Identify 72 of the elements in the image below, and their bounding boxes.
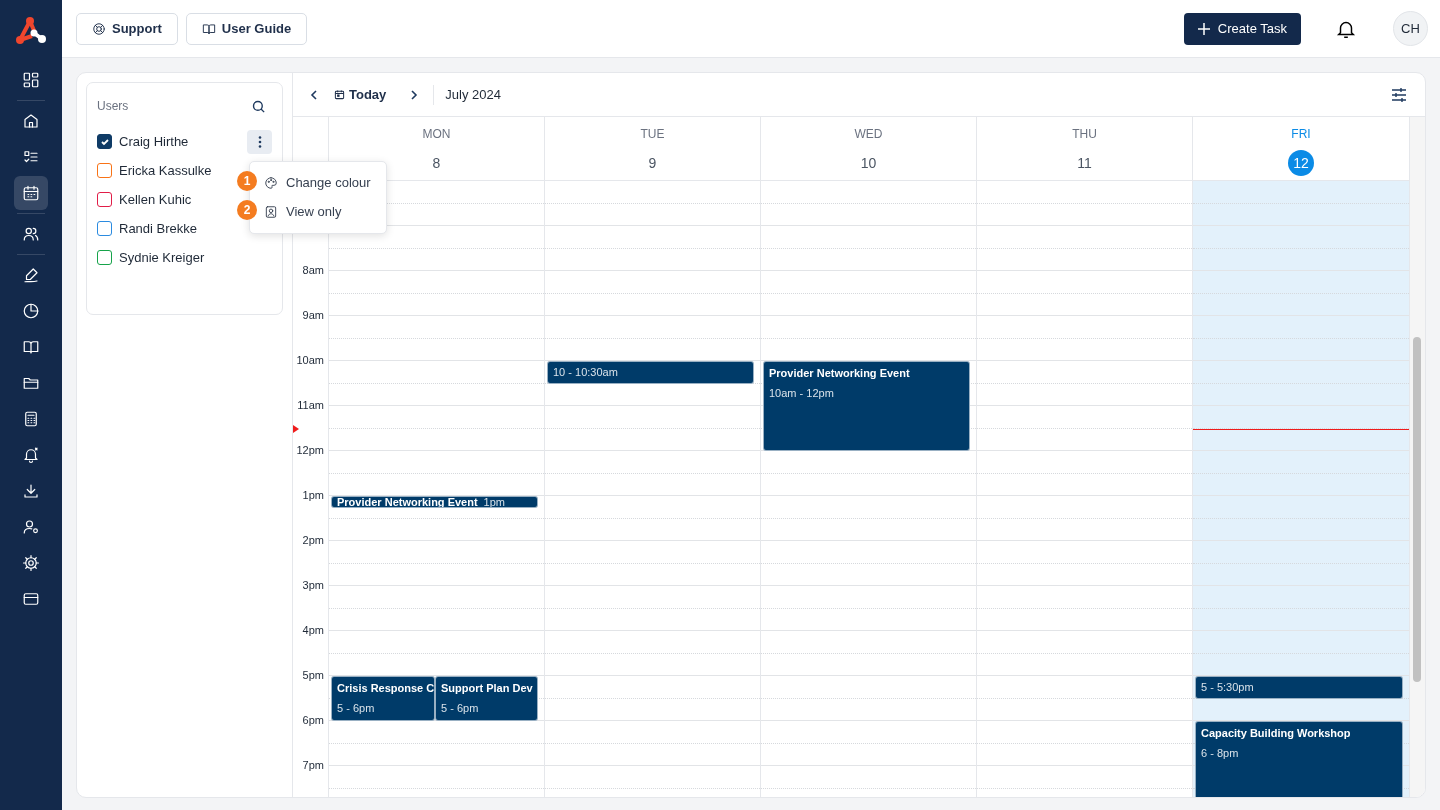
time-label: 6pm	[302, 714, 324, 726]
kebab-icon	[257, 135, 262, 148]
time-label: 8am	[302, 264, 324, 276]
dashboard-icon	[22, 71, 40, 89]
calendar-event[interactable]: Crisis Response C 5 - 6pm	[331, 676, 435, 721]
logo-icon	[14, 16, 48, 46]
user-checkbox[interactable]	[97, 134, 112, 149]
lifebuoy-icon	[92, 21, 106, 36]
day-name: FRI	[1291, 126, 1311, 143]
nav-item[interactable]	[14, 176, 48, 210]
panel-title: Users	[97, 98, 129, 115]
user-guide-button[interactable]: User Guide	[185, 12, 308, 45]
time-label: 7pm	[302, 759, 324, 771]
download-icon	[22, 482, 40, 500]
users-icon	[22, 225, 40, 243]
time-label: 5pm	[302, 669, 324, 681]
search-icon[interactable]	[251, 98, 266, 114]
bell-icon	[22, 446, 40, 464]
today-button[interactable]: Today	[334, 84, 387, 105]
sliders-icon[interactable]	[1391, 86, 1407, 103]
calendar-event[interactable]: 5 - 5:30pm	[1195, 676, 1403, 699]
day-date[interactable]: 8	[423, 150, 450, 176]
pen-icon	[22, 266, 40, 284]
user-avatar[interactable]: CH	[1393, 11, 1428, 46]
scrollbar-thumb[interactable]	[1413, 337, 1421, 682]
time-label: 2pm	[302, 534, 324, 546]
day-date[interactable]: 10	[855, 150, 882, 176]
time-label: 4pm	[302, 624, 324, 636]
day-date[interactable]: 12	[1288, 150, 1314, 176]
palette-icon	[264, 175, 278, 190]
more-options-button[interactable]	[247, 129, 272, 154]
menu-item[interactable]: Change colour	[259, 168, 382, 197]
calendar-event[interactable]: Support Plan Dev 5 - 6pm	[435, 676, 538, 721]
calendar-icon	[334, 89, 345, 100]
time-label: 11am	[297, 399, 324, 411]
user-name[interactable]: Craig Hirthe	[119, 131, 240, 152]
check-icon	[99, 136, 110, 147]
time-label: 3pm	[302, 579, 324, 591]
settings-icon	[22, 554, 40, 572]
time-label: 1pm	[302, 489, 324, 501]
current-time-marker	[293, 424, 299, 433]
day-date[interactable]: 11	[1071, 150, 1098, 176]
day-name: THU	[1072, 126, 1097, 143]
menu-item[interactable]: View only	[259, 197, 382, 226]
plus-icon	[1197, 22, 1210, 35]
day-name: WED	[854, 126, 883, 143]
day-name: TUE	[640, 126, 665, 143]
book-icon	[22, 338, 40, 356]
support-button[interactable]: Support	[76, 12, 178, 45]
calendar-event[interactable]: Provider Networking Event 1pm	[331, 496, 538, 509]
user-name[interactable]: Sydnie Kreiger	[119, 247, 272, 268]
user-checkbox[interactable]	[97, 192, 112, 207]
day-name: MON	[422, 126, 451, 143]
user-checkbox[interactable]	[97, 163, 112, 178]
user-checkbox[interactable]	[97, 221, 112, 236]
create-task-button[interactable]: Create Task	[1183, 12, 1301, 45]
calendar-event[interactable]: Provider Networking Event 10am - 12pm	[763, 361, 970, 451]
card-icon	[22, 590, 40, 608]
portrait-icon	[264, 204, 278, 219]
calendar-icon	[22, 184, 40, 202]
day-date[interactable]: 9	[639, 150, 666, 176]
month-label: July 2024	[445, 85, 502, 104]
calculator-icon	[22, 410, 40, 428]
pie-chart-icon	[22, 302, 40, 320]
time-label: 9am	[302, 309, 324, 321]
calendar-event[interactable]: 10 - 10:30am	[547, 361, 754, 384]
time-label: 10am	[296, 354, 324, 366]
time-label: 12pm	[296, 444, 324, 456]
user-checkbox[interactable]	[97, 250, 112, 265]
calendar-event[interactable]: Capacity Building Workshop 6 - 8pm	[1195, 721, 1403, 797]
book-icon	[201, 21, 216, 36]
home-icon	[22, 112, 40, 130]
